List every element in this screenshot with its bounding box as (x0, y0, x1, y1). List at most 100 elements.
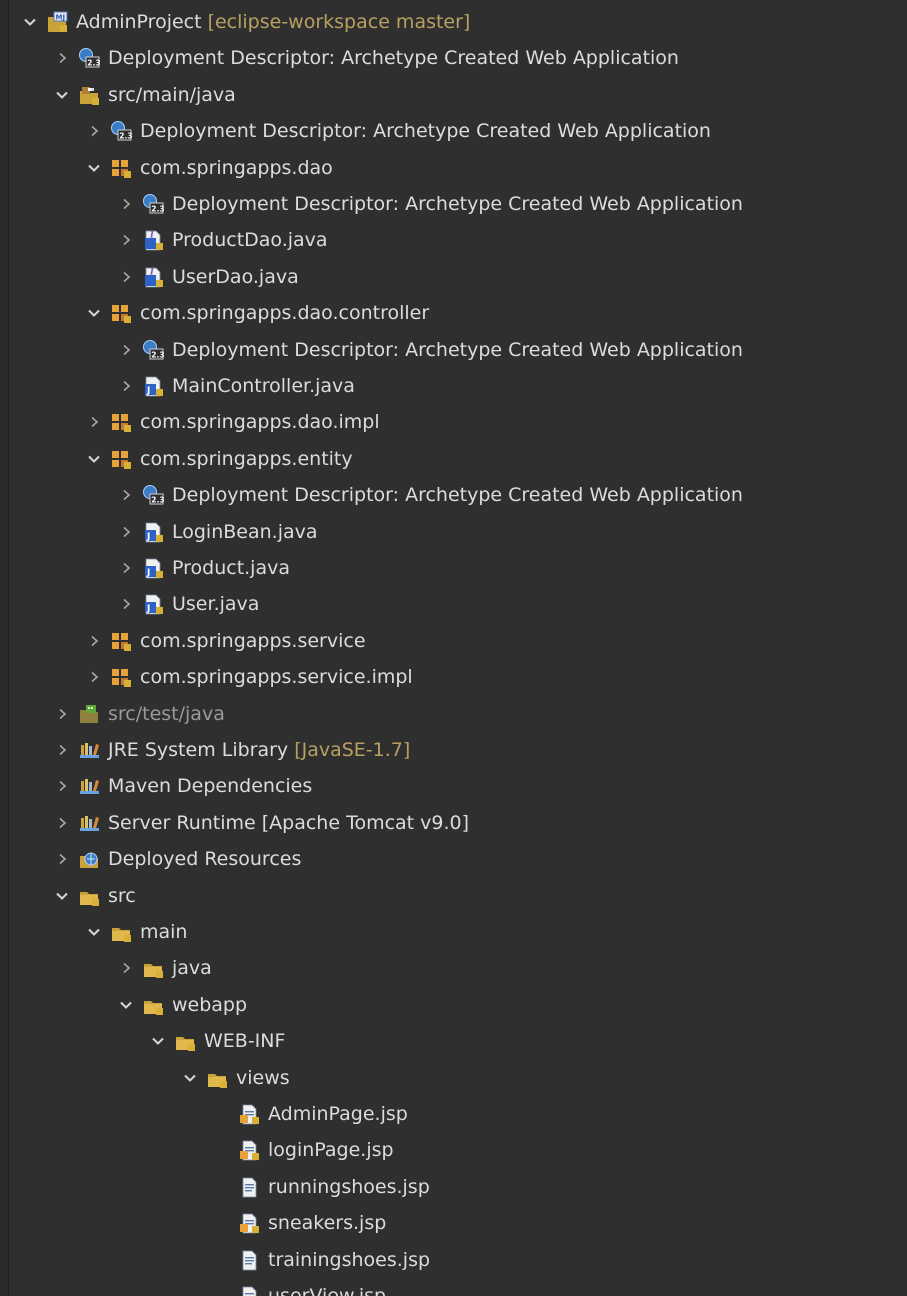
chevron-right-icon[interactable] (115, 339, 137, 361)
chevron-right-icon[interactable] (115, 557, 137, 579)
chevron-right-icon[interactable] (51, 848, 73, 870)
chevron-down-icon[interactable] (83, 157, 105, 179)
tree-node-label: JRE System Library (108, 739, 289, 761)
jsp-tracked-icon (237, 1211, 261, 1235)
tree-node-label: runningshoes.jsp (268, 1175, 430, 1198)
tree-node-source-folder-src-test-java[interactable]: src/test/java (9, 696, 907, 732)
tree-node-file-loginpage-jsp[interactable]: loginPage.jsp (9, 1132, 907, 1168)
tree-node-file-trainingshoes-jsp[interactable]: trainingshoes.jsp (9, 1242, 907, 1278)
no-toggle-spacer (211, 1249, 233, 1271)
tree-node-file-adminpage-jsp[interactable]: AdminPage.jsp (9, 1096, 907, 1132)
tree-node-package-com-springapps-entity[interactable]: com.springapps.entity (9, 441, 907, 477)
folder-icon (77, 884, 101, 908)
tree-node-label: com.springapps.service.impl (140, 666, 413, 689)
tree-node-package-com-springapps-dao-controller[interactable]: com.springapps.dao.controller (9, 295, 907, 331)
tree-node-library-jre-system[interactable]: JRE System Library [JavaSE-1.7] (9, 732, 907, 768)
tree-node-folder-src[interactable]: src (9, 878, 907, 914)
tree-node-library-server-runtime[interactable]: Server Runtime [Apache Tomcat v9.0] (9, 805, 907, 841)
tree-node-label: trainingshoes.jsp (268, 1248, 431, 1271)
deployment-descriptor-icon: 2.3 (141, 192, 165, 216)
tree-node-package-com-springapps-dao[interactable]: com.springapps.dao (9, 150, 907, 186)
chevron-right-icon[interactable] (115, 266, 137, 288)
tree-node-decoration: [eclipse-workspace master] (207, 11, 471, 33)
tree-node-label: userView.jsp (268, 1285, 387, 1296)
tree-node-label: Deployment Descriptor: Archetype Created… (172, 338, 743, 361)
tree-node-folder-main[interactable]: main (9, 914, 907, 950)
chevron-right-icon[interactable] (115, 521, 137, 543)
source-folder-icon (77, 83, 101, 107)
tree-node-folder-web-inf[interactable]: WEB-INF (9, 1023, 907, 1059)
tree-node-deployment-descriptor[interactable]: 2.3 Deployment Descriptor: Archetype Crea… (9, 40, 907, 76)
chevron-right-icon[interactable] (83, 411, 105, 433)
no-toggle-spacer (211, 1212, 233, 1234)
chevron-right-icon[interactable] (83, 120, 105, 142)
chevron-right-icon[interactable] (115, 593, 137, 615)
tree-node-file-sneakers-jsp[interactable]: sneakers.jsp (9, 1205, 907, 1241)
jsp-file-icon (237, 1248, 261, 1272)
chevron-down-icon[interactable] (83, 921, 105, 943)
tree-node-source-folder-src-main-java[interactable]: src/main/java (9, 77, 907, 113)
chevron-down-icon[interactable] (147, 1030, 169, 1052)
project-explorer-tree: MJ AdminProject [eclipse-workspace master]… (8, 0, 907, 1296)
chevron-right-icon[interactable] (83, 630, 105, 652)
chevron-right-icon[interactable] (51, 703, 73, 725)
tree-node-deployment-descriptor[interactable]: 2.3 Deployment Descriptor: Archetype Crea… (9, 477, 907, 513)
tree-node-label: com.springapps.dao (140, 156, 333, 179)
tree-node-file-loginbean-java[interactable]: J LoginBean.java (9, 514, 907, 550)
tree-node-file-user-java[interactable]: J User.java (9, 586, 907, 622)
chevron-right-icon[interactable] (115, 957, 137, 979)
chevron-right-icon[interactable] (115, 229, 137, 251)
chevron-right-icon[interactable] (51, 812, 73, 834)
tree-node-label: webapp (172, 993, 248, 1016)
tree-node-deployed-resources[interactable]: Deployed Resources (9, 841, 907, 877)
tree-node-file-product-java[interactable]: J Product.java (9, 550, 907, 586)
chevron-right-icon[interactable] (115, 484, 137, 506)
chevron-down-icon[interactable] (179, 1067, 201, 1089)
tree-node-package-com-springapps-dao-impl[interactable]: com.springapps.dao.impl (9, 404, 907, 440)
chevron-down-icon[interactable] (83, 448, 105, 470)
chevron-down-icon[interactable] (83, 302, 105, 324)
tree-node-label: UserDao.java (172, 265, 299, 288)
tree-node-package-com-springapps-service[interactable]: com.springapps.service (9, 623, 907, 659)
tree-node-deployment-descriptor[interactable]: 2.3 Deployment Descriptor: Archetype Crea… (9, 186, 907, 222)
folder-icon (205, 1066, 229, 1090)
svg-text:2.3: 2.3 (151, 204, 164, 213)
deployment-descriptor-icon: 2.3 (141, 338, 165, 362)
chevron-right-icon[interactable] (115, 375, 137, 397)
chevron-down-icon[interactable] (115, 994, 137, 1016)
tree-node-folder-java[interactable]: java (9, 950, 907, 986)
tree-node-file-maincontroller-java[interactable]: J MainController.java (9, 368, 907, 404)
tree-node-file-productdao-java[interactable]: I ProductDao.java (9, 222, 907, 258)
tree-node-label: com.springapps.dao.controller (140, 302, 430, 325)
tree-node-folder-views[interactable]: views (9, 1060, 907, 1096)
package-icon (109, 301, 133, 325)
java-file-icon: J (141, 556, 165, 580)
tree-node-package-com-springapps-service-impl[interactable]: com.springapps.service.impl (9, 659, 907, 695)
chevron-right-icon[interactable] (83, 666, 105, 688)
tree-node-deployment-descriptor[interactable]: 2.3 Deployment Descriptor: Archetype Crea… (9, 332, 907, 368)
chevron-right-icon[interactable] (51, 775, 73, 797)
chevron-down-icon[interactable] (51, 885, 73, 907)
chevron-right-icon[interactable] (115, 193, 137, 215)
jsp-tracked-icon (237, 1138, 261, 1162)
no-toggle-spacer (211, 1176, 233, 1198)
tree-node-folder-webapp[interactable]: webapp (9, 987, 907, 1023)
chevron-right-icon[interactable] (51, 739, 73, 761)
tree-node-file-userdao-java[interactable]: I UserDao.java (9, 259, 907, 295)
no-toggle-spacer (211, 1103, 233, 1125)
package-icon (109, 410, 133, 434)
tree-node-project-adminproject[interactable]: MJ AdminProject [eclipse-workspace master] (9, 4, 907, 40)
tree-node-deployment-descriptor[interactable]: 2.3 Deployment Descriptor: Archetype Crea… (9, 113, 907, 149)
tree-node-file-userview-jsp[interactable]: userView.jsp (9, 1278, 907, 1296)
tree-node-file-runningshoes-jsp[interactable]: runningshoes.jsp (9, 1169, 907, 1205)
tree-node-label: Deployment Descriptor: Archetype Created… (140, 120, 711, 143)
library-icon (77, 811, 101, 835)
tree-node-label: sneakers.jsp (268, 1212, 387, 1235)
chevron-down-icon[interactable] (51, 84, 73, 106)
tree-node-label: main (140, 921, 188, 943)
tree-node-decoration: [JavaSE-1.7] (294, 739, 411, 761)
chevron-down-icon[interactable] (19, 11, 41, 33)
chevron-right-icon[interactable] (51, 47, 73, 69)
tree-node-library-maven-dependencies[interactable]: Maven Dependencies (9, 768, 907, 804)
tree-node-label: MainController.java (172, 375, 355, 397)
